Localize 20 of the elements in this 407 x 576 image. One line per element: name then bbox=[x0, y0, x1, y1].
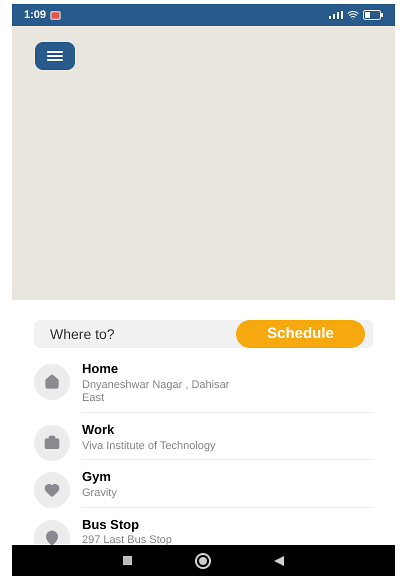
signal-icon bbox=[329, 11, 343, 19]
battery-icon bbox=[363, 10, 383, 20]
briefcase-icon bbox=[44, 435, 60, 451]
back-icon[interactable] bbox=[274, 556, 284, 566]
place-address: Gravity bbox=[82, 486, 118, 500]
home-button[interactable] bbox=[194, 552, 211, 568]
menu-icon bbox=[47, 51, 63, 61]
place-title[interactable]: Bus Stop bbox=[82, 514, 373, 534]
place-address: Viva Institute of Technology bbox=[82, 440, 217, 454]
heart-icon bbox=[44, 482, 60, 498]
place-address: Dnyaneshwar Nagar , Dahisar East bbox=[82, 378, 230, 406]
house-icon bbox=[44, 374, 60, 390]
place-title[interactable]: Gym bbox=[82, 467, 373, 487]
place-title[interactable]: Work bbox=[82, 420, 373, 440]
status-time: 1:09 bbox=[24, 8, 46, 23]
pin-icon bbox=[44, 530, 60, 545]
place-title[interactable]: Home bbox=[82, 359, 373, 378]
place-address: 297 Last Bus Stop bbox=[82, 534, 173, 545]
menu-button[interactable] bbox=[35, 42, 75, 70]
recents-button[interactable] bbox=[123, 556, 132, 565]
